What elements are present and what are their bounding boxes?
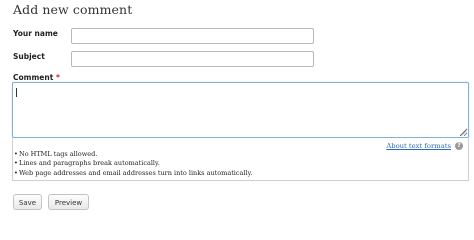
comment-textarea[interactable] [12, 82, 469, 138]
preview-button[interactable]: Preview [48, 194, 89, 210]
subject-label: Subject [13, 52, 45, 61]
name-field[interactable] [71, 28, 314, 44]
help-icon[interactable]: ? [455, 142, 463, 150]
required-marker: * [55, 73, 60, 82]
list-item: •No HTML tags allowed. [14, 150, 252, 159]
list-item: •Lines and paragraphs break automaticall… [14, 159, 252, 168]
about-text-formats-link[interactable]: About text formats [386, 142, 451, 150]
list-item: •Web page addresses and email addresses … [14, 169, 252, 178]
name-label: Your name [13, 29, 58, 38]
format-tip: Lines and paragraphs break automatically… [19, 159, 160, 168]
save-button[interactable]: Save [13, 194, 42, 210]
format-tip: Web page addresses and email addresses t… [19, 168, 253, 177]
format-tips-list: •No HTML tags allowed. •Lines and paragr… [14, 150, 252, 178]
text-format-panel: About text formats ? •No HTML tags allow… [12, 138, 469, 181]
format-tip: No HTML tags allowed. [19, 150, 98, 158]
form-heading: Add new comment [13, 2, 133, 17]
text-caret [16, 88, 17, 97]
subject-field[interactable] [71, 51, 314, 67]
comment-label: Comment [13, 73, 54, 82]
comment-label-row: Comment * [13, 73, 60, 82]
